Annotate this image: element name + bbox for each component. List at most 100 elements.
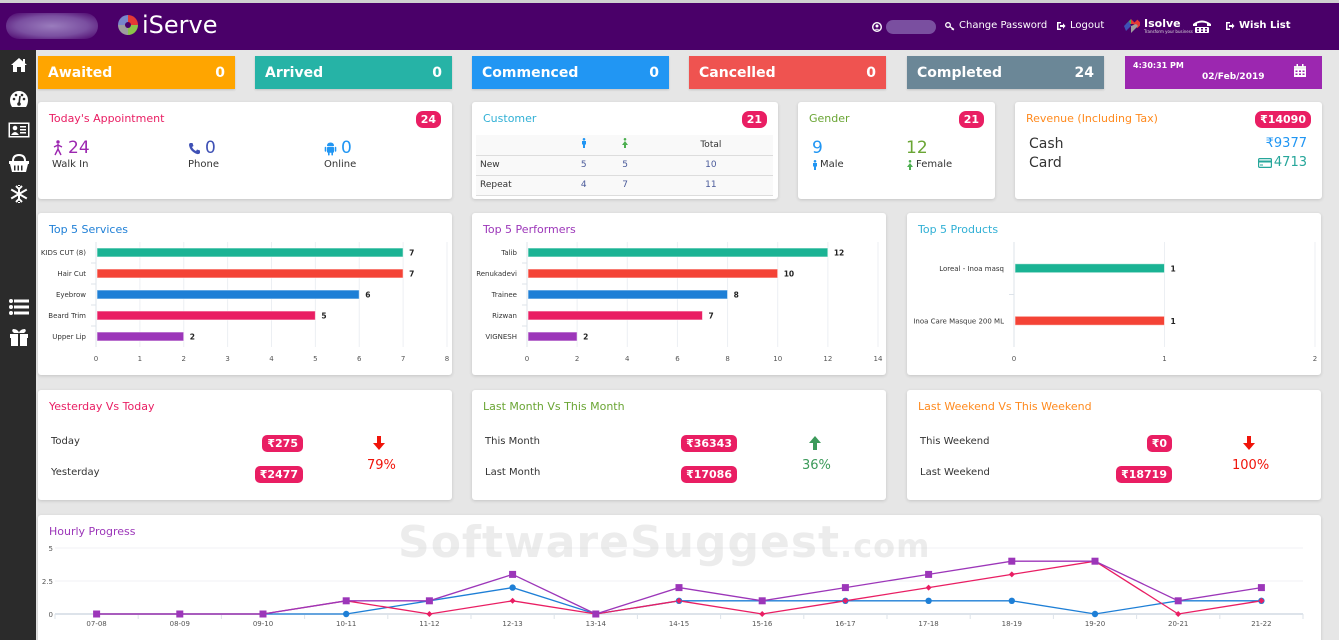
row-female: 7 — [622, 180, 628, 190]
data-label: 7 — [409, 249, 414, 258]
tile-count: 0 — [215, 64, 225, 81]
male-icon — [581, 138, 586, 149]
row-female: 5 — [622, 160, 628, 170]
partner-logo[interactable]: Isolve Transform your business — [1122, 17, 1193, 35]
cash-value: ₹9377 — [1265, 136, 1307, 151]
data-point — [343, 610, 350, 618]
data-point — [426, 611, 433, 617]
x-tick-label: 12 — [823, 355, 832, 363]
logout-link[interactable]: Logout — [1056, 20, 1104, 31]
card-title: Gender — [809, 112, 850, 125]
row1-amount-badge: ₹0 — [1146, 435, 1172, 452]
data-point — [925, 570, 933, 578]
female-icon — [622, 138, 629, 149]
month-comparison-card: Last Month Vs This Month This Month ₹363… — [472, 390, 886, 500]
x-tick-label: 2 — [575, 355, 579, 363]
top-services-card: Top 5 Services 0 1 2 3 4 5 6 7 8 KIDS CUT (8) 7 Hai… — [38, 213, 452, 375]
client-logo-blurred — [6, 13, 98, 39]
sidebar-item-shop[interactable] — [8, 152, 30, 174]
bar — [96, 289, 360, 300]
list-icon — [9, 299, 29, 315]
header-male — [566, 135, 601, 155]
status-tile-commenced[interactable]: Commenced 0 — [472, 56, 669, 89]
bar — [527, 247, 829, 258]
data-point — [592, 610, 600, 618]
row2-label: Yesterday — [51, 467, 100, 478]
data-point — [1091, 557, 1099, 565]
walk-in-stat[interactable]: 24 Walk In — [52, 138, 90, 170]
data-point — [342, 597, 350, 605]
card-label: Card — [1029, 155, 1062, 171]
data-label: 7 — [409, 270, 414, 279]
status-tile-completed[interactable]: Completed 24 — [907, 56, 1104, 89]
data-point — [509, 584, 516, 591]
data-label: 1 — [1171, 264, 1176, 273]
user-menu[interactable] — [872, 20, 936, 34]
top-services-chart: 0 1 2 3 4 5 6 7 8 KIDS CUT (8) 7 Hair Cut 7 Eyebrow 6 B… — [41, 242, 449, 363]
y-tick-label: 5 — [49, 545, 53, 553]
y-tick-label: 2.5 — [42, 578, 53, 586]
top-performers-card: Top 5 Performers 0 2 4 6 8 10 12 14 Talib 12 Renuk… — [472, 213, 886, 375]
status-tile-awaited[interactable]: Awaited 0 — [38, 56, 235, 89]
clock-time: 4:30:31 PM — [1133, 61, 1184, 70]
x-tick-label: 8 — [445, 355, 449, 363]
row-total: 11 — [705, 180, 717, 190]
table-row: Repeat 4 7 11 — [476, 175, 773, 195]
data-label: 1 — [1171, 317, 1176, 326]
tile-label: Awaited — [48, 64, 113, 81]
dashboard-gauge-icon — [10, 91, 28, 107]
phone-icon — [189, 142, 200, 154]
isolve-logo-icon — [1124, 19, 1140, 33]
sidebar-item-gifts[interactable] — [8, 326, 30, 348]
table-row: New 5 5 10 — [476, 155, 773, 175]
key-icon — [945, 21, 955, 31]
walk-in-label: Walk In — [52, 159, 89, 170]
status-tile-cancelled[interactable]: Cancelled 0 — [689, 56, 886, 89]
x-tick-label: 2 — [1313, 355, 1317, 363]
change-password-link[interactable]: Change Password — [945, 20, 1047, 31]
credit-card-icon — [1257, 157, 1272, 168]
support-phone-button[interactable] — [1192, 18, 1212, 34]
data-point — [93, 610, 101, 618]
x-tick-label: 5 — [313, 355, 317, 363]
top-navbar: iServe Change Password Logout Isolve Tra… — [0, 0, 1339, 50]
table-header-row: Total — [476, 135, 773, 155]
brand-logo[interactable]: iServe — [116, 11, 218, 39]
telephone-icon — [1193, 20, 1211, 33]
header-total: Total — [700, 139, 722, 150]
online-stat[interactable]: 0 Online — [324, 138, 356, 170]
x-tick-label: 12-13 — [502, 620, 522, 628]
category-label: Eyebrow — [56, 291, 86, 299]
wish-list-link[interactable]: Wish List — [1225, 20, 1291, 31]
data-label: 7 — [709, 312, 714, 321]
sidebar-item-contacts[interactable] — [8, 119, 30, 141]
sidebar-item-dashboard[interactable] — [8, 88, 30, 110]
calendar-icon[interactable] — [1294, 64, 1306, 77]
logout-label: Logout — [1070, 20, 1105, 31]
tile-label: Commenced — [482, 64, 579, 81]
data-point — [925, 584, 932, 591]
row-male: 4 — [580, 180, 587, 190]
android-icon — [324, 142, 337, 155]
walk-in-count: 24 — [68, 138, 90, 158]
x-tick-label: 2 — [182, 355, 186, 363]
data-point — [759, 611, 766, 617]
card-title: Revenue (Including Tax) — [1026, 112, 1158, 125]
sidebar-item-services[interactable] — [8, 183, 30, 205]
sidebar-item-list[interactable] — [8, 296, 30, 318]
category-label: VIGNESH — [485, 333, 517, 341]
x-tick-label: 6 — [357, 355, 362, 363]
bar — [527, 310, 703, 321]
data-point — [425, 597, 433, 605]
data-point — [1091, 610, 1099, 618]
data-point — [675, 584, 683, 592]
x-tick-label: 4 — [269, 355, 274, 363]
row2-amount-badge: ₹2477 — [254, 466, 303, 483]
logout-icon — [1057, 21, 1066, 30]
phone-stat[interactable]: 0 Phone — [188, 138, 219, 170]
x-tick-label: 14 — [874, 355, 883, 363]
sidebar-item-home[interactable] — [8, 54, 30, 76]
x-tick-label: 16-17 — [835, 620, 855, 628]
status-tile-arrived[interactable]: Arrived 0 — [255, 56, 452, 89]
x-tick-label: 10 — [773, 355, 782, 363]
